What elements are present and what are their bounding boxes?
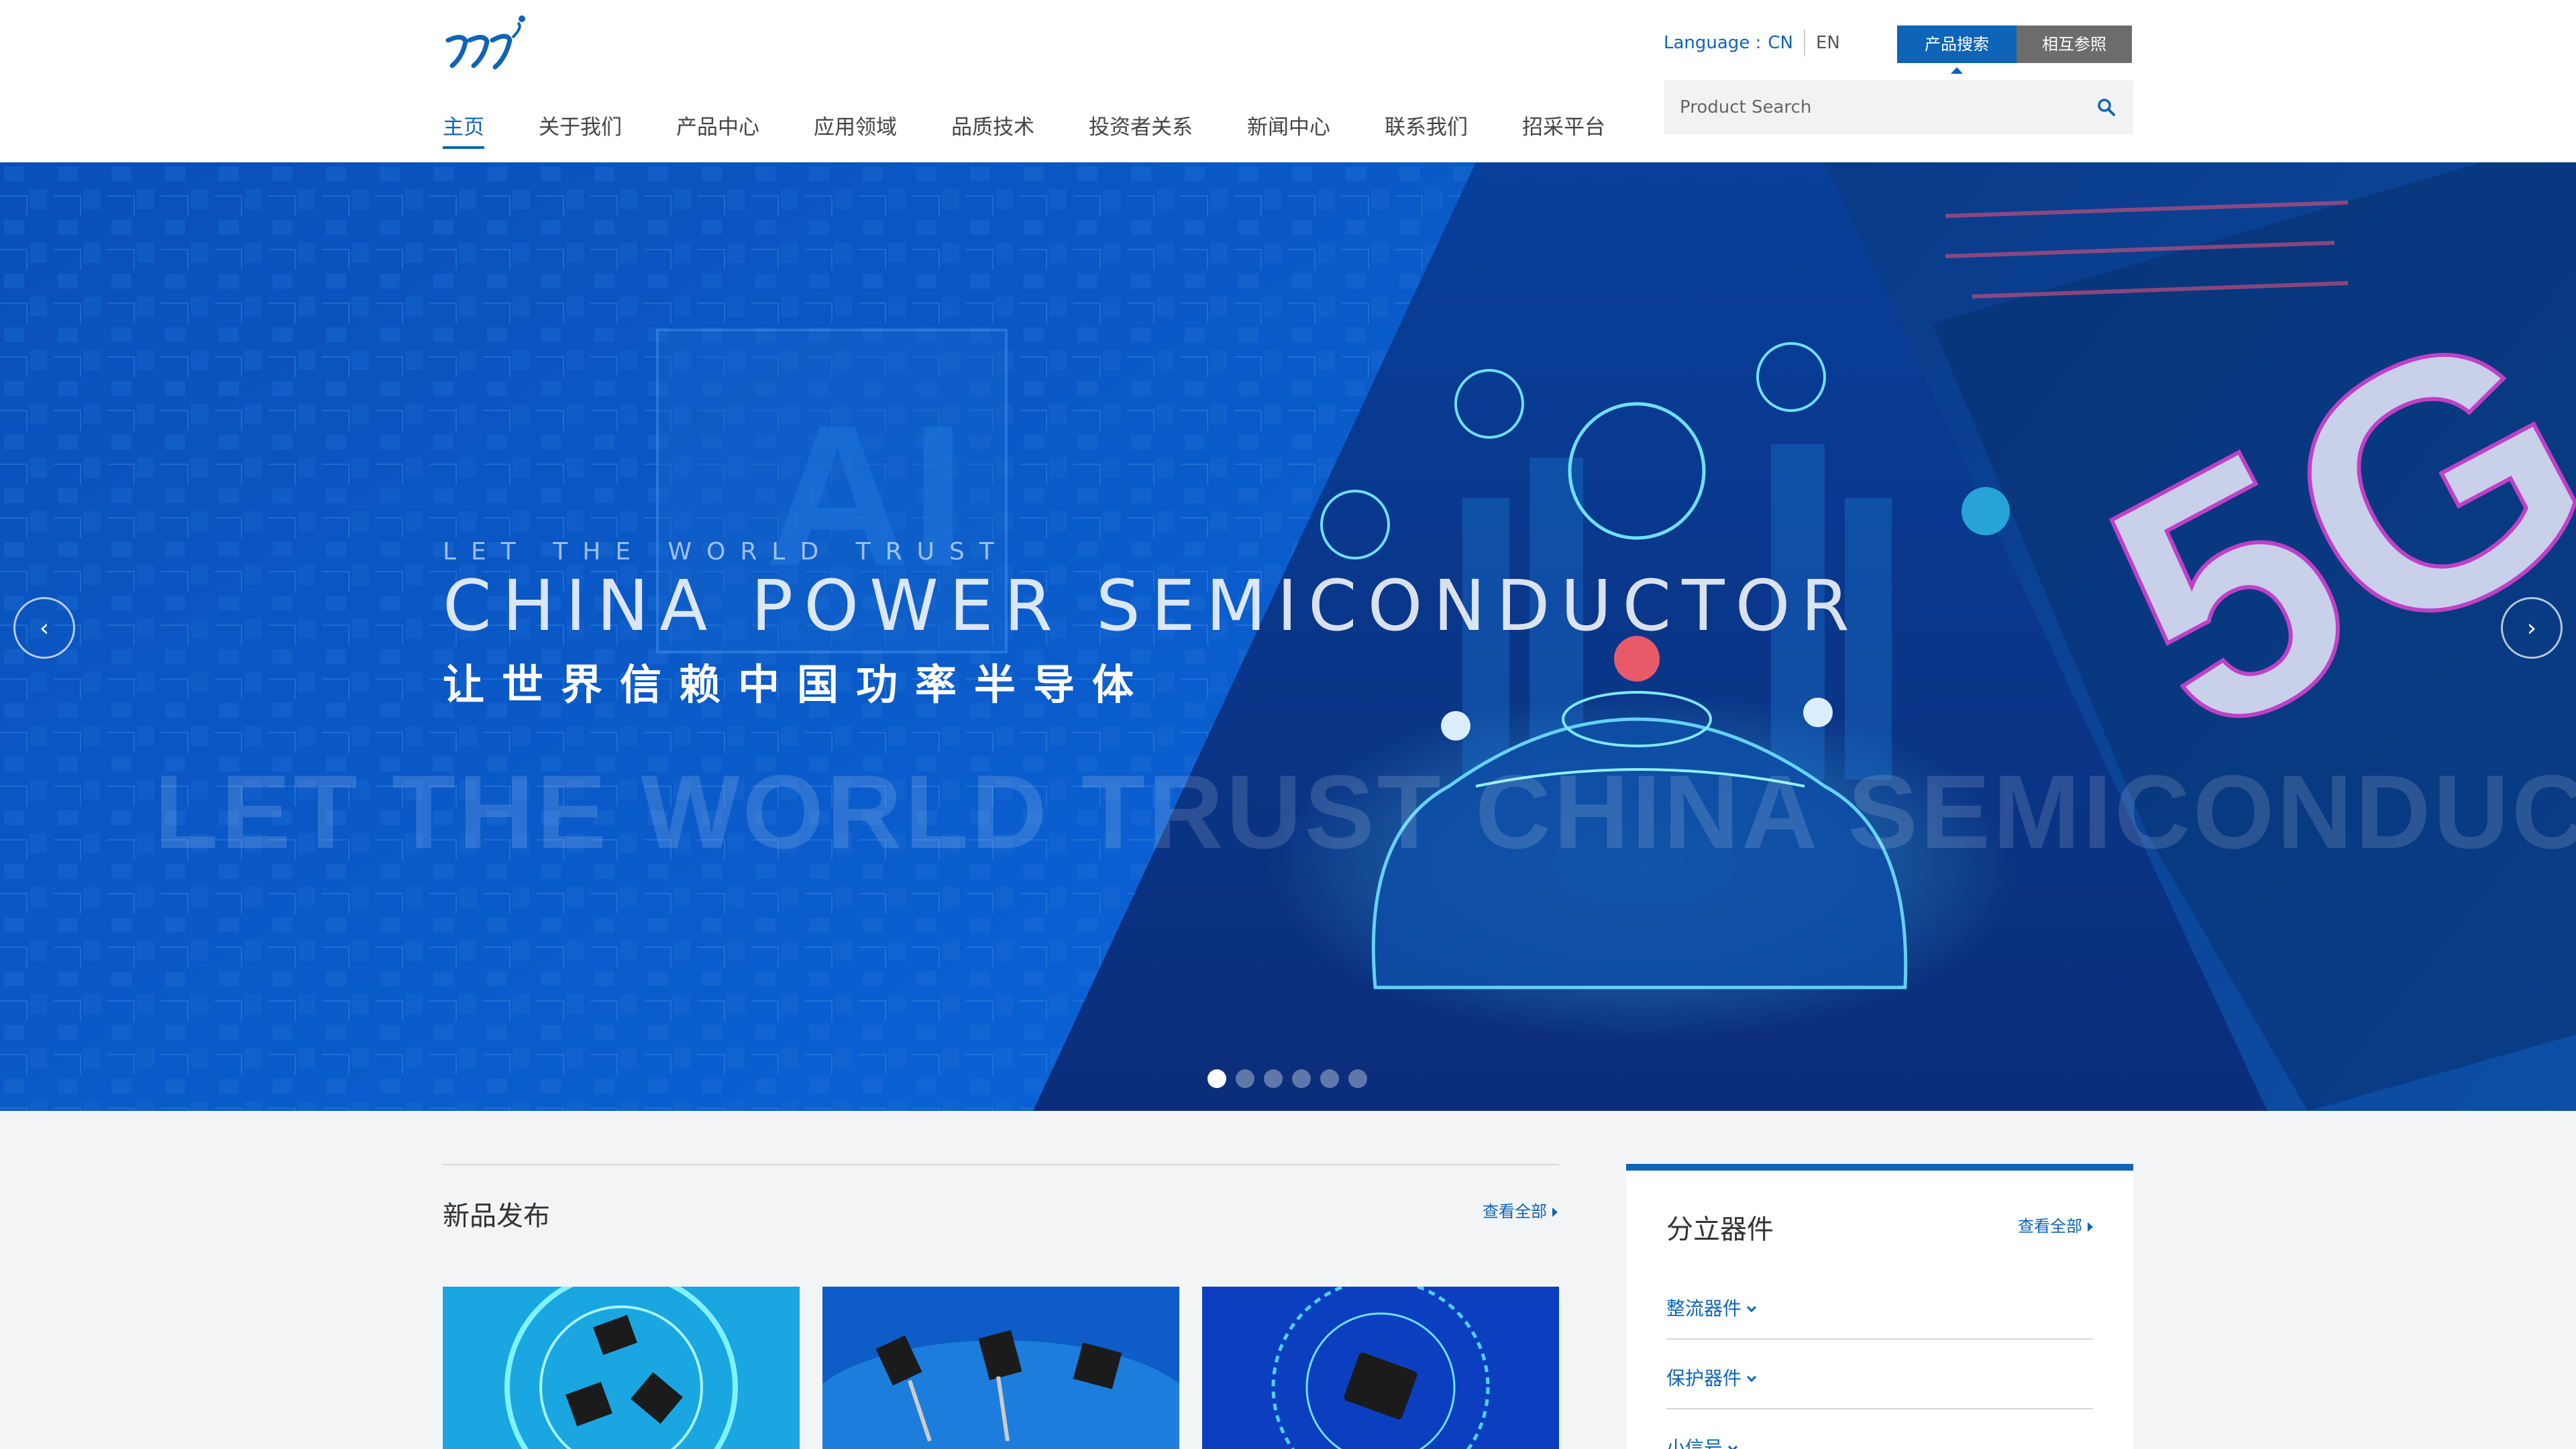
category-protection[interactable]: 保护器件 xyxy=(1666,1340,2093,1409)
discrete-view-all[interactable]: 查看全部 xyxy=(2018,1213,2093,1236)
view-all-label: 查看全部 xyxy=(1483,1202,1547,1221)
new-products-title: 新品发布 xyxy=(443,1201,550,1232)
category-label: 保护器件 xyxy=(1666,1367,1742,1389)
company-logo[interactable] xyxy=(443,13,531,70)
chevron-right-icon: › xyxy=(2526,614,2537,642)
lang-en-link[interactable]: EN xyxy=(1805,30,1840,56)
category-small-signal[interactable]: 小信号 xyxy=(1666,1409,2093,1449)
category-label: 整流器件 xyxy=(1666,1297,1742,1320)
product-card[interactable] xyxy=(443,1287,800,1449)
view-all-label: 查看全部 xyxy=(2018,1217,2082,1236)
banner-dot-1[interactable] xyxy=(1208,1069,1226,1088)
banner-prev-button[interactable]: ‹ xyxy=(13,597,75,659)
banner-subtitle: LET THE WORLD TRUST xyxy=(443,538,1009,566)
language-switcher: Language : CN EN xyxy=(1664,30,1840,56)
nav-contact[interactable]: 联系我们 xyxy=(1385,107,1468,148)
caret-right-icon xyxy=(2088,1222,2093,1232)
chevron-down-icon xyxy=(1727,1442,1738,1449)
nav-products[interactable]: 产品中心 xyxy=(676,107,759,148)
category-label: 小信号 xyxy=(1666,1437,1723,1449)
chevron-down-icon xyxy=(1746,1302,1757,1313)
product-search-input[interactable] xyxy=(1664,80,2080,134)
product-card[interactable] xyxy=(822,1287,1179,1449)
search-box xyxy=(1664,80,2133,134)
banner-next-button[interactable]: › xyxy=(2501,597,2563,659)
lang-cn-link[interactable]: CN xyxy=(1768,30,1805,56)
tab-cross-reference[interactable]: 相互参照 xyxy=(2017,25,2132,63)
banner-dot-4[interactable] xyxy=(1292,1069,1311,1088)
banner-title-cn: 让世界信赖中国功率半导体 xyxy=(443,660,1152,709)
product-image xyxy=(822,1287,1179,1449)
chevron-down-icon xyxy=(1746,1372,1757,1383)
banner-ghost-text: LET THE WORLD TRUST CHINA SEMICONDUCTOR xyxy=(154,754,2576,871)
product-image xyxy=(1202,1287,1559,1449)
banner-dot-3[interactable] xyxy=(1264,1069,1283,1088)
discrete-devices-panel: 分立器件 查看全部 整流器件 保护器件 小信号 xyxy=(1626,1164,2133,1449)
hero-banner: AI 5G LET THE WORLD TRUST CHINA POWER SE… xyxy=(0,162,2576,1111)
language-label: Language : xyxy=(1664,33,1762,53)
nav-applications[interactable]: 应用领域 xyxy=(814,107,897,148)
new-products-list xyxy=(443,1287,1559,1449)
nav-news[interactable]: 新闻中心 xyxy=(1247,107,1330,148)
product-image xyxy=(443,1287,800,1449)
banner-title: CHINA POWER SEMICONDUCTOR xyxy=(443,565,1860,647)
section-divider xyxy=(443,1164,1559,1165)
nav-procurement[interactable]: 招采平台 xyxy=(1522,107,1605,148)
nav-quality[interactable]: 品质技术 xyxy=(951,107,1034,148)
discrete-devices-title: 分立器件 xyxy=(1666,1214,1774,1245)
tab-product-search[interactable]: 产品搜索 xyxy=(1897,25,2017,74)
main-nav: 主页 关于我们 产品中心 应用领域 品质技术 投资者关系 新闻中心 联系我们 招… xyxy=(443,107,1660,149)
site-header: 主页 关于我们 产品中心 应用领域 品质技术 投资者关系 新闻中心 联系我们 招… xyxy=(0,0,2576,162)
chevron-left-icon: ‹ xyxy=(39,614,50,642)
banner-dot-6[interactable] xyxy=(1348,1069,1367,1088)
caret-right-icon xyxy=(1552,1208,1558,1217)
nav-home[interactable]: 主页 xyxy=(443,107,484,149)
search-button[interactable] xyxy=(2080,80,2133,134)
category-rectifiers[interactable]: 整流器件 xyxy=(1666,1270,2093,1340)
nav-about[interactable]: 关于我们 xyxy=(539,107,622,148)
search-icon xyxy=(2098,99,2115,116)
product-card[interactable] xyxy=(1202,1287,1559,1449)
banner-dot-2[interactable] xyxy=(1236,1069,1254,1088)
banner-pagination xyxy=(1208,1069,1367,1088)
nav-investors[interactable]: 投资者关系 xyxy=(1089,107,1193,148)
search-tabs: 产品搜索 相互参照 xyxy=(1897,25,2132,74)
banner-dot-5[interactable] xyxy=(1320,1069,1339,1088)
new-products-view-all[interactable]: 查看全部 xyxy=(1483,1198,1558,1222)
